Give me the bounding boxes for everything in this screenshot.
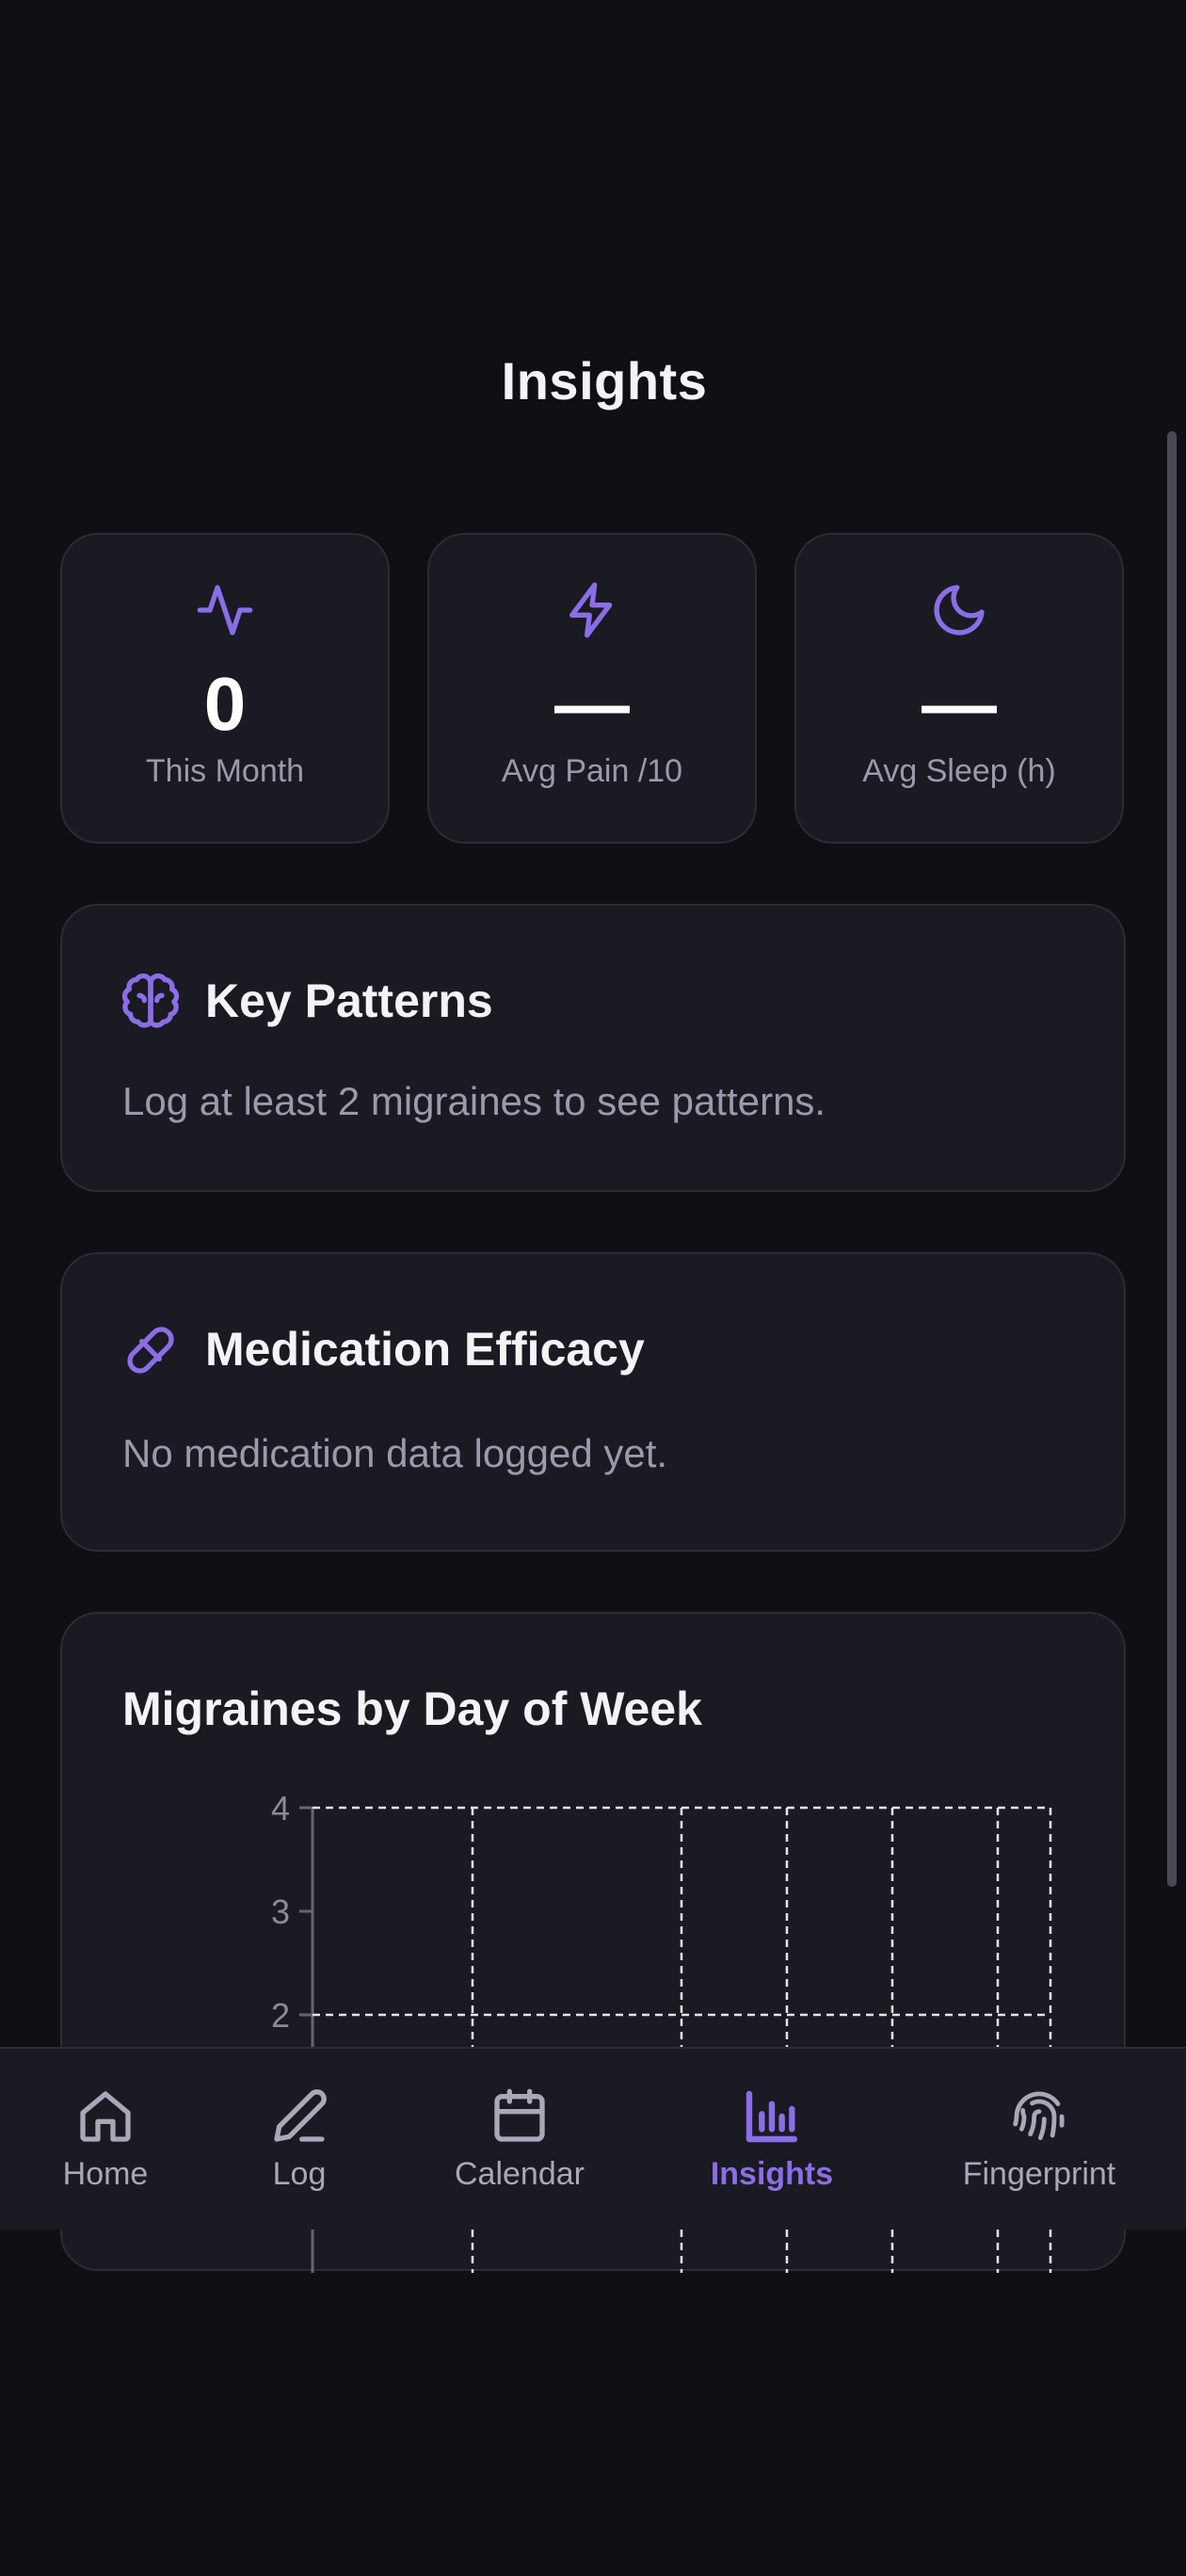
y-tick-label: 2 bbox=[271, 1996, 290, 2035]
calendar-icon bbox=[494, 2088, 545, 2142]
card-title: Medication Efficacy bbox=[205, 1323, 645, 1376]
nav-label: Calendar bbox=[455, 2156, 585, 2192]
nav-item-fingerprint[interactable]: Fingerprint bbox=[926, 2086, 1152, 2193]
stat-label: Avg Sleep (h) bbox=[862, 753, 1056, 789]
nav-item-calendar[interactable]: Calendar bbox=[407, 2086, 633, 2193]
stat-label: Avg Pain /10 bbox=[501, 753, 683, 789]
nav-label: Insights bbox=[710, 2156, 834, 2192]
stat-label: This Month bbox=[145, 753, 305, 789]
card-message: No medication data logged yet. bbox=[122, 1431, 668, 1475]
bar-chart-icon bbox=[745, 2090, 798, 2143]
pencil-icon bbox=[274, 2089, 327, 2142]
scrollbar[interactable] bbox=[1167, 431, 1177, 1887]
lightning-icon bbox=[569, 582, 613, 638]
nav-item-log[interactable]: Log bbox=[186, 2086, 412, 2193]
fingerprint-icon bbox=[1013, 2091, 1065, 2141]
stat-card-avg-sleep: — Avg Sleep (h) bbox=[794, 533, 1124, 844]
activity-icon bbox=[197, 585, 253, 636]
nav-item-insights[interactable]: Insights bbox=[659, 2086, 885, 2193]
key-patterns-card: Key Patterns Log at least 2 migraines to… bbox=[60, 904, 1126, 1192]
stat-card-avg-pain: — Avg Pain /10 bbox=[427, 533, 757, 844]
card-message: Log at least 2 migraines to see patterns… bbox=[122, 1079, 826, 1123]
nav-label: Log bbox=[272, 2156, 327, 2192]
moon-icon bbox=[934, 585, 985, 636]
bottom-nav: Home Log Calendar Insights Fingerprint bbox=[0, 2047, 1186, 2230]
stat-value: 0 bbox=[203, 662, 247, 746]
pill-icon bbox=[127, 1327, 174, 1374]
page-title: Insights bbox=[501, 351, 708, 411]
insights-screen: Insights 0 This Month — Avg Pain /10 — A… bbox=[0, 0, 1186, 2576]
nav-label: Fingerprint bbox=[962, 2156, 1116, 2192]
stat-value: — bbox=[554, 662, 630, 746]
brain-icon bbox=[121, 973, 180, 1028]
home-icon bbox=[80, 2091, 131, 2142]
stat-value: — bbox=[922, 662, 997, 746]
medication-efficacy-card: Medication Efficacy No medication data l… bbox=[60, 1252, 1126, 1552]
stat-card-this-month: 0 This Month bbox=[60, 533, 390, 844]
card-title: Key Patterns bbox=[205, 974, 493, 1027]
y-tick-label: 4 bbox=[271, 1789, 290, 1827]
y-tick-label: 3 bbox=[271, 1892, 290, 1931]
